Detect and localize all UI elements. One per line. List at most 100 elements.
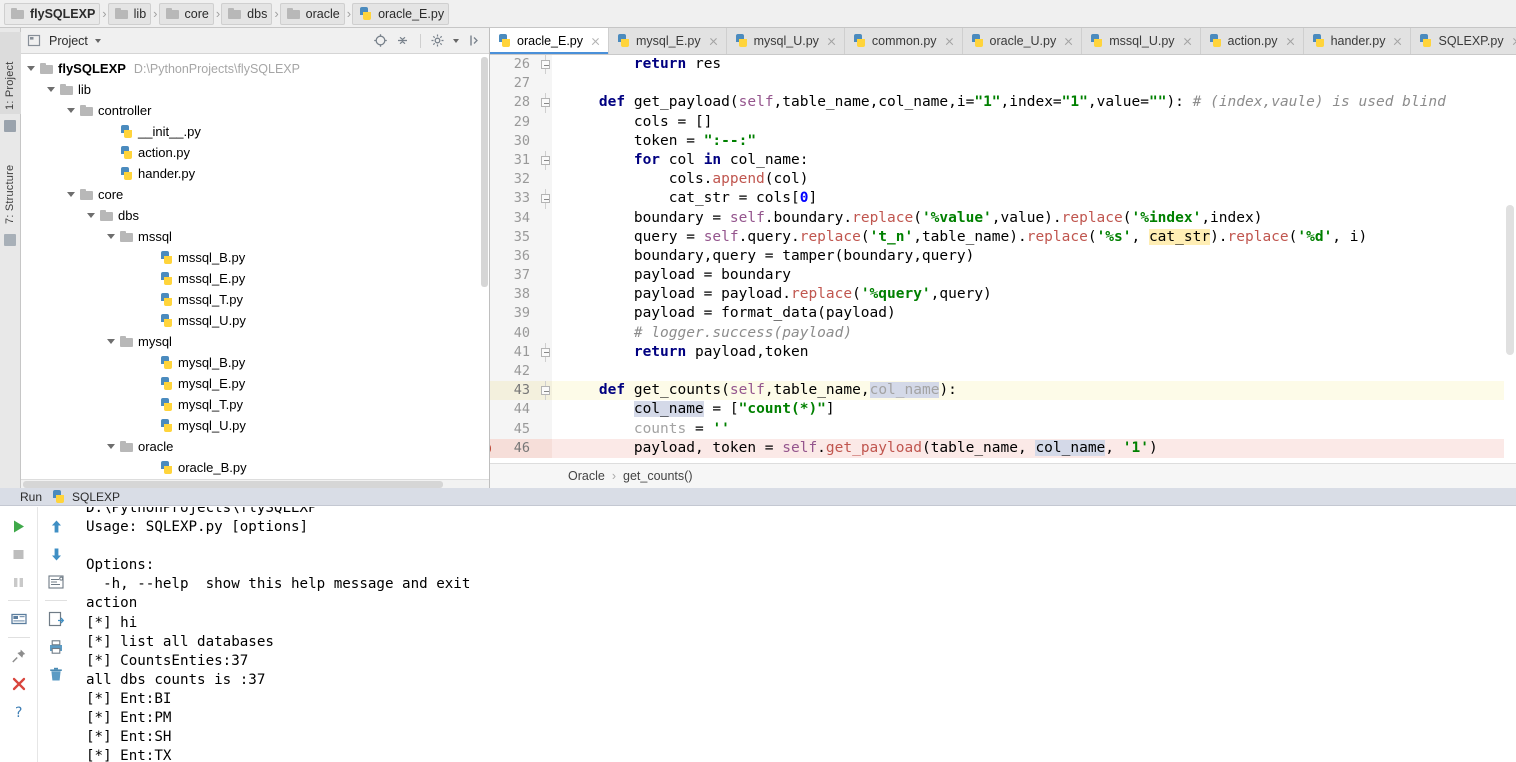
tree-item[interactable]: flySQLEXP D:\PythonProjects\flySQLEXP [21, 58, 489, 79]
editor-tab-oracle-e-py[interactable]: oracle_E.py [490, 28, 610, 54]
chevron-down-icon[interactable] [65, 188, 78, 201]
locate-icon[interactable] [373, 33, 389, 49]
chevron-down-icon[interactable] [94, 36, 103, 45]
breadcrumb-item-oracle-e-py[interactable]: oracle_E.py [352, 2, 450, 25]
project-tree-scrollbar[interactable] [479, 55, 489, 488]
tree-item[interactable]: mssql_T.py [21, 289, 489, 310]
print-icon[interactable] [43, 634, 69, 660]
fold-gutter[interactable] [538, 246, 552, 267]
settings-gear-icon[interactable] [430, 33, 446, 49]
line-number[interactable]: 38 [490, 285, 538, 305]
code-line[interactable]: 27 [490, 74, 1516, 94]
code-line[interactable]: 40 # logger.success(payload) [490, 323, 1516, 343]
fold-marker-icon[interactable] [541, 194, 550, 204]
code-line[interactable]: 42 [490, 362, 1516, 382]
editor-scrollbar-thumb[interactable] [1506, 205, 1514, 355]
fold-gutter[interactable] [538, 285, 552, 305]
code-line[interactable]: 45 counts = '' [490, 419, 1516, 439]
line-number[interactable]: 45 [490, 419, 538, 439]
fold-gutter[interactable] [538, 342, 552, 362]
close-icon[interactable] [1392, 36, 1403, 47]
chevron-down-icon[interactable] [45, 83, 58, 96]
code-line[interactable]: 36 boundary,query = tamper(boundary,quer… [490, 246, 1516, 267]
fold-gutter[interactable] [538, 419, 552, 439]
fold-gutter[interactable] [538, 381, 552, 401]
tree-item[interactable]: mysql [21, 331, 489, 352]
editor-scrollbar[interactable] [1504, 55, 1516, 463]
code-line[interactable]: 44 col_name = ["count(*)"] [490, 400, 1516, 420]
fold-gutter[interactable] [538, 112, 552, 132]
pause-icon[interactable] [6, 569, 32, 595]
line-number[interactable]: 40 [490, 323, 538, 343]
code-line[interactable]: 32 cols.append(col) [490, 170, 1516, 190]
breakpoint-icon[interactable] [490, 441, 491, 455]
line-number[interactable]: 34 [490, 208, 538, 228]
close-icon[interactable] [590, 36, 601, 47]
fold-marker-icon[interactable] [541, 386, 550, 396]
line-number[interactable]: 39 [490, 304, 538, 324]
tool-tab-project[interactable]: 1: Project [0, 32, 21, 114]
line-number[interactable]: 26 [490, 55, 538, 75]
chevron-down-icon[interactable] [105, 440, 118, 453]
line-number[interactable]: 29 [490, 112, 538, 132]
breadcrumb-item-core[interactable]: core [158, 2, 214, 25]
run-console-output[interactable]: D:\PythonProjects\flySQLEXP Usage: SQLEXP… [74, 507, 1516, 762]
editor-tab-oracle-u-py[interactable]: oracle_U.py [962, 28, 1083, 54]
code-line[interactable]: 38 payload = payload.replace('%query',qu… [490, 285, 1516, 305]
chevron-down-icon[interactable] [25, 62, 38, 75]
stop-icon[interactable] [6, 541, 32, 567]
tree-item[interactable]: action.py [21, 142, 489, 163]
line-number[interactable]: 37 [490, 266, 538, 286]
tree-item[interactable]: mysql_T.py [21, 394, 489, 415]
tree-item[interactable]: hander.py [21, 163, 489, 184]
tree-item[interactable]: mssql_E.py [21, 268, 489, 289]
editor-tab-common-py[interactable]: common.py [844, 28, 963, 54]
project-tree-hscrollbar[interactable] [21, 479, 489, 488]
code-line[interactable]: 43 def get_counts(self,table_name,col_na… [490, 381, 1516, 401]
close-icon[interactable] [1511, 36, 1516, 47]
fold-gutter[interactable] [538, 93, 552, 113]
tool-tab-structure[interactable]: 7: Structure [0, 132, 21, 228]
export-icon[interactable] [43, 606, 69, 632]
chevron-down-icon[interactable] [105, 230, 118, 243]
close-icon[interactable] [944, 36, 955, 47]
editor-tab-action-py[interactable]: action.py [1200, 28, 1304, 54]
layout-icon[interactable] [6, 606, 32, 632]
breadcrumb-item-dbs[interactable]: dbs [221, 2, 273, 25]
code-line[interactable]: 35 query = self.query.replace('t_n',tabl… [490, 227, 1516, 247]
line-number[interactable]: 30 [490, 131, 538, 151]
help-icon[interactable]: ? [6, 699, 32, 725]
code-line[interactable]: 31 for col in col_name: [490, 150, 1516, 171]
tree-item[interactable]: mssql [21, 226, 489, 247]
code-line[interactable]: 33 cat_str = cols[0] [490, 189, 1516, 209]
fold-marker-icon[interactable] [541, 347, 550, 357]
code-viewport[interactable]: 26 return res 27 28 def get_payload(self,… [490, 55, 1516, 463]
tree-item[interactable]: core [21, 184, 489, 205]
soft-wrap-icon[interactable] [43, 569, 69, 595]
close-icon[interactable] [826, 36, 837, 47]
fold-gutter[interactable] [538, 74, 552, 94]
editor-tab-mysql-e-py[interactable]: mysql_E.py [609, 28, 727, 54]
code-line[interactable]: 41 return payload,token [490, 342, 1516, 362]
chevron-down-icon[interactable] [105, 335, 118, 348]
fold-gutter[interactable] [538, 189, 552, 209]
line-number[interactable]: 32 [490, 170, 538, 190]
fold-gutter[interactable] [538, 266, 552, 286]
tree-item[interactable]: lib [21, 79, 489, 100]
fold-gutter[interactable] [538, 150, 552, 171]
fold-gutter[interactable] [538, 362, 552, 382]
tree-item[interactable]: __init__.py [21, 121, 489, 142]
fold-gutter[interactable] [538, 227, 552, 247]
line-number[interactable]: 36 [490, 246, 538, 267]
up-arrow-icon[interactable] [43, 513, 69, 539]
fold-gutter[interactable] [538, 131, 552, 151]
code-line[interactable]: 37 payload = boundary [490, 266, 1516, 286]
line-number[interactable]: 42 [490, 362, 538, 382]
project-tree[interactable]: flySQLEXP D:\PythonProjects\flySQLEXP lib c… [21, 55, 489, 488]
code-line[interactable]: 30 token = ":--:" [490, 131, 1516, 151]
breadcrumb-item-oracle[interactable]: oracle [279, 2, 345, 25]
collapse-all-icon[interactable] [395, 33, 411, 49]
fold-gutter[interactable] [538, 438, 552, 458]
code-line[interactable]: 29 cols = [] [490, 112, 1516, 132]
editor-tab-mysql-u-py[interactable]: mysql_U.py [726, 28, 845, 54]
